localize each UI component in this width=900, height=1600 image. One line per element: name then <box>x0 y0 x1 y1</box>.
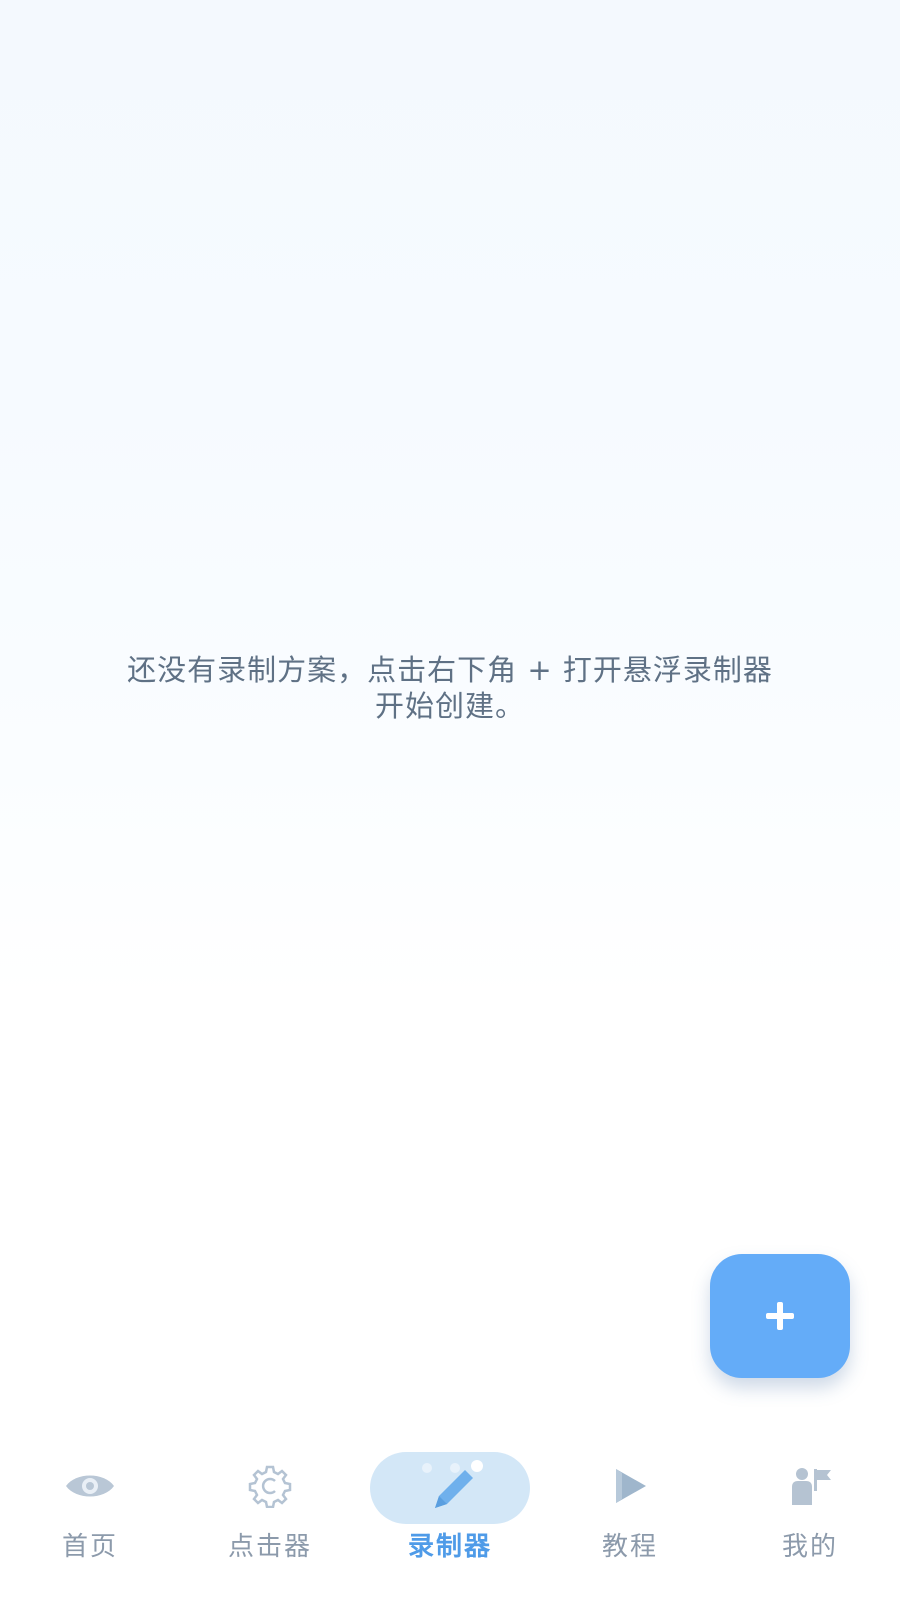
gear-c-icon <box>235 1456 305 1516</box>
nav-label-profile: 我的 <box>781 1532 838 1562</box>
nav-item-tutorial[interactable]: 教程 <box>540 1440 720 1600</box>
bottom-navigation: 首页 点击器 录制器 教程 我的 <box>0 1440 900 1600</box>
plus-icon <box>766 1302 794 1330</box>
nav-item-home[interactable]: 首页 <box>0 1440 180 1600</box>
add-recording-button[interactable] <box>710 1254 850 1378</box>
empty-state-line1: 还没有录制方案，点击右下角 + 打开悬浮录制器 <box>127 653 773 687</box>
empty-state-message: 还没有录制方案，点击右下角 + 打开悬浮录制器 开始创建。 <box>0 652 900 724</box>
pen-icon <box>400 1456 500 1516</box>
nav-label-recorder: 录制器 <box>407 1532 492 1562</box>
empty-state-line2: 开始创建。 <box>374 689 525 723</box>
nav-label-home: 首页 <box>61 1532 118 1562</box>
nav-label-clicker: 点击器 <box>227 1532 312 1562</box>
person-flag-icon <box>775 1456 845 1516</box>
play-icon <box>595 1456 665 1516</box>
nav-item-profile[interactable]: 我的 <box>720 1440 900 1600</box>
nav-item-recorder[interactable]: 录制器 <box>360 1440 540 1600</box>
eye-icon <box>55 1456 125 1516</box>
nav-label-tutorial: 教程 <box>601 1532 658 1562</box>
nav-item-clicker[interactable]: 点击器 <box>180 1440 360 1600</box>
